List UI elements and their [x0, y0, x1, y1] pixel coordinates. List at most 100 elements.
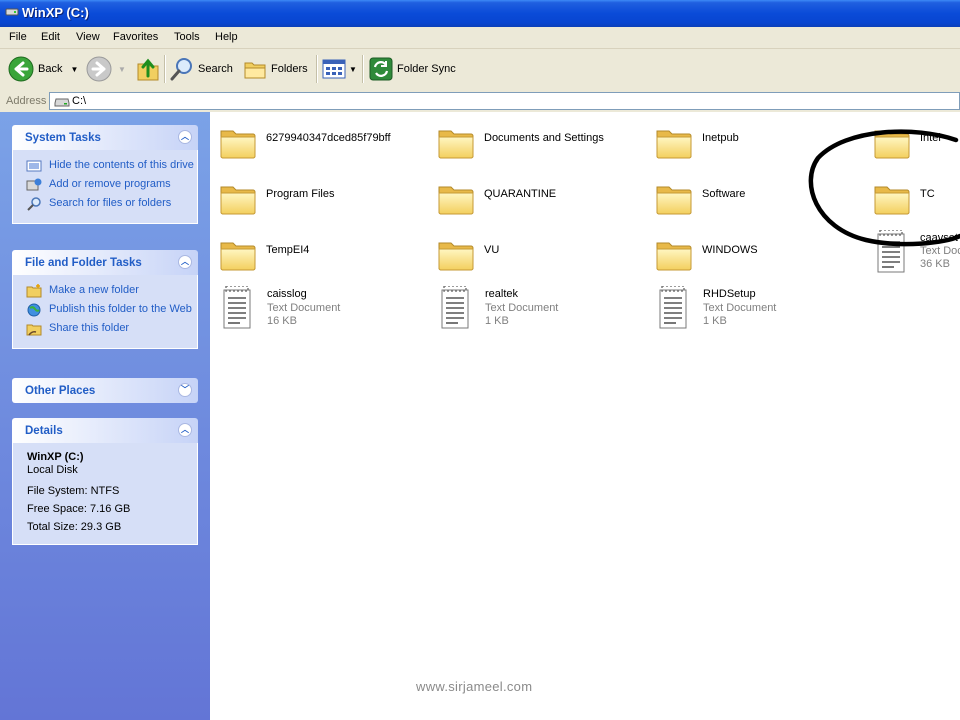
hide-icon [26, 160, 42, 172]
menu-bar: File Edit View Favorites Tools Help [0, 27, 960, 49]
folders-button[interactable]: Folders [243, 49, 308, 89]
views-button[interactable]: ▼ [322, 49, 357, 89]
system-tasks-title: System Tasks [25, 132, 101, 144]
details-total-size: Total Size: 29.3 GB [27, 521, 122, 533]
menu-view[interactable]: View [76, 31, 100, 43]
folder-icon [436, 234, 476, 274]
drive-icon [54, 98, 70, 107]
file-tasks-header[interactable]: File and Folder Tasks ︿ [12, 250, 198, 275]
details-type: Local Disk [27, 464, 78, 476]
item-size: 1 KB [703, 315, 727, 327]
item-size: 16 KB [267, 315, 297, 327]
views-dropdown-icon[interactable]: ▼ [349, 65, 357, 74]
back-button[interactable]: Back ▼ [8, 49, 78, 89]
folder-sync-label: Folder Sync [397, 63, 456, 75]
task-hide-contents[interactable]: Hide the contents of this drive [13, 159, 197, 174]
search-icon [27, 197, 41, 211]
folder-icon [436, 178, 476, 218]
item-name: TempEI4 [266, 244, 310, 256]
menu-favorites[interactable]: Favorites [113, 31, 158, 43]
item-name: QUARANTINE [484, 188, 557, 200]
folder-item[interactable]: QUARANTINE [436, 178, 646, 228]
item-name: Software [702, 188, 746, 200]
collapse-icon[interactable]: ︿ [178, 130, 192, 144]
document-item[interactable]: RHDSetup Text Document 1 KB [656, 286, 856, 336]
other-places-header[interactable]: Other Places ﹀ [12, 378, 198, 403]
folder-item[interactable]: VU [436, 234, 646, 284]
text-document-icon [220, 286, 256, 332]
menu-edit[interactable]: Edit [41, 31, 60, 43]
folder-item[interactable]: TempEI4 [218, 234, 428, 284]
annotation-circle [808, 129, 960, 247]
share-icon [26, 324, 42, 336]
title-bar[interactable]: WinXP (C:) [0, 0, 960, 27]
task-label: Publish this folder to the Web [49, 303, 192, 315]
item-name: Inetpub [702, 132, 739, 144]
folders-icon [244, 62, 266, 79]
back-dropdown-icon[interactable]: ▼ [70, 65, 78, 74]
back-label: Back [38, 63, 63, 75]
document-item[interactable]: realtek Text Document 1 KB [438, 286, 638, 336]
back-arrow-icon [8, 56, 34, 82]
magnifier-icon [170, 58, 192, 81]
task-new-folder[interactable]: Make a new folder [13, 284, 197, 299]
folder-item[interactable]: Documents and Settings [436, 122, 646, 172]
folder-item[interactable]: 6279940347dced85f79bff [218, 122, 428, 172]
file-tasks-title: File and Folder Tasks [25, 257, 142, 269]
item-name: VU [484, 244, 500, 256]
task-label: Search for files or folders [49, 197, 172, 209]
task-publish-web[interactable]: Publish this folder to the Web [13, 303, 197, 318]
up-button[interactable] [136, 49, 160, 89]
address-value: C:\ [72, 95, 87, 107]
system-tasks-header[interactable]: System Tasks ︿ [12, 125, 198, 150]
item-name: Program Files [266, 188, 335, 200]
folder-up-icon [137, 58, 159, 81]
menu-file[interactable]: File [9, 31, 27, 43]
folder-icon [436, 122, 476, 162]
expand-icon[interactable]: ﹀ [178, 383, 192, 397]
address-label: Address [6, 95, 47, 107]
forward-arrow-icon [86, 56, 112, 82]
folder-icon [218, 122, 258, 162]
folders-label: Folders [271, 63, 308, 75]
folder-icon [654, 234, 694, 274]
collapse-icon[interactable]: ︿ [178, 255, 192, 269]
file-folder-tasks-panel: File and Folder Tasks ︿ Make a new folde… [12, 250, 198, 349]
collapse-icon[interactable]: ︿ [178, 423, 192, 437]
folder-icon [218, 234, 258, 274]
other-places-title: Other Places [25, 385, 96, 397]
add-remove-icon [26, 178, 42, 191]
menu-help[interactable]: Help [215, 31, 238, 43]
forward-button[interactable]: ▼ [86, 49, 126, 89]
new-folder-icon [26, 284, 42, 298]
item-name: realtek [485, 288, 519, 300]
other-places-panel: Other Places ﹀ [12, 378, 198, 403]
menu-tools[interactable]: Tools [174, 31, 200, 43]
item-size: 36 KB [920, 258, 950, 270]
window-title: WinXP (C:) [22, 5, 89, 20]
task-pane: System Tasks ︿ Hide the contents of this… [0, 112, 210, 720]
task-label: Make a new folder [49, 284, 139, 296]
search-button[interactable]: Search [170, 49, 233, 89]
item-name: caisslog [267, 288, 307, 300]
folder-icon [654, 122, 694, 162]
folder-sync-button[interactable]: Folder Sync [369, 49, 456, 89]
watermark: www.sirjameel.com [416, 679, 533, 694]
folder-icon [218, 178, 258, 218]
address-bar: Address C:\ [0, 91, 960, 113]
forward-dropdown-icon[interactable]: ▼ [118, 65, 126, 74]
details-panel: Details ︿ WinXP (C:) Local Disk File Sys… [12, 418, 198, 545]
task-search-files[interactable]: Search for files or folders [13, 197, 197, 212]
task-share-folder[interactable]: Share this folder [13, 322, 197, 337]
details-free-space: Free Space: 7.16 GB [27, 503, 131, 515]
document-item[interactable]: caisslog Text Document 16 KB [220, 286, 420, 336]
folder-icon [654, 178, 694, 218]
task-add-remove-programs[interactable]: Add or remove programs [13, 178, 197, 193]
text-document-icon [438, 286, 474, 332]
task-label: Share this folder [49, 322, 130, 334]
details-header[interactable]: Details ︿ [12, 418, 198, 443]
text-document-icon [656, 286, 692, 332]
address-field[interactable]: C:\ [49, 92, 960, 110]
system-tasks-panel: System Tasks ︿ Hide the contents of this… [12, 125, 198, 224]
folder-item[interactable]: Program Files [218, 178, 428, 228]
